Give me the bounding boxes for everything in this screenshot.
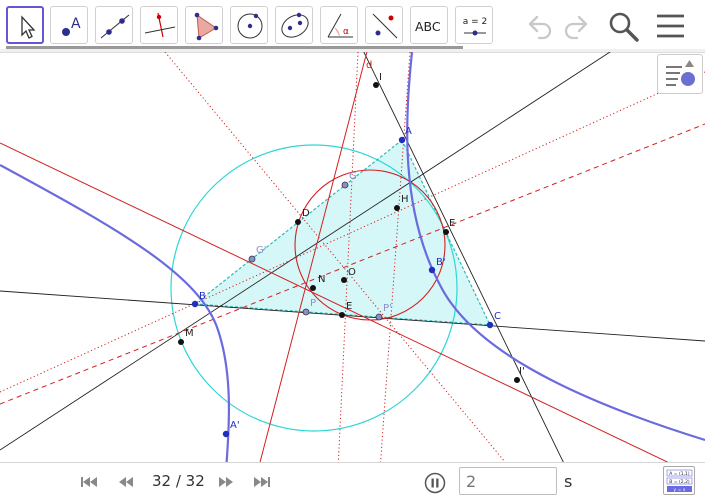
svg-text:a = 2: a = 2 [463, 17, 488, 27]
frame-counter: 32 / 32 [152, 472, 205, 490]
line-icon [100, 14, 130, 39]
reflect-icon [372, 13, 398, 39]
slider-icon: a = 2 [463, 17, 488, 36]
svg-text:P: P [310, 298, 316, 309]
perpendicular-tool-button[interactable] [140, 6, 178, 44]
point-i-prime [514, 377, 520, 383]
redo-icon[interactable] [562, 12, 592, 40]
point-p-prime [375, 313, 383, 321]
cursor-icon [21, 15, 36, 39]
svg-text:I: I [379, 72, 382, 83]
point-icon: A [62, 16, 81, 36]
point-tool-button[interactable]: A [50, 6, 88, 44]
speed-unit-label: s [564, 472, 573, 491]
svg-text:P': P' [383, 303, 392, 314]
move-tool-button[interactable] [6, 6, 44, 44]
point-g-left [248, 255, 256, 263]
svg-text:H: H [401, 194, 409, 205]
line-tool-button[interactable] [95, 6, 133, 44]
animation-playback-bar: 32 / 32 s [0, 462, 705, 501]
step-back-icon[interactable] [117, 476, 135, 488]
svg-text:ABC: ABC [415, 19, 441, 34]
point-e-top [443, 229, 449, 235]
slider-tool-button[interactable]: a = 2 [455, 6, 493, 44]
undo-icon[interactable] [524, 12, 554, 40]
speed-input[interactable] [459, 467, 557, 495]
circle-tool-button[interactable] [230, 6, 268, 44]
text-tool-button[interactable]: ABC [410, 6, 448, 44]
point-b-prime [428, 266, 436, 274]
svg-text:B: B [199, 291, 206, 302]
point-g-top [341, 181, 349, 189]
point-n [310, 285, 316, 291]
search-icon[interactable] [606, 9, 640, 43]
svg-text:A = (1,1): A = (1,1) [669, 471, 690, 477]
svg-text:E: E [449, 218, 455, 229]
angle-icon: α [327, 13, 353, 38]
point-o [341, 277, 347, 283]
skip-to-end-icon[interactable] [253, 476, 271, 488]
style-bar-toggle[interactable] [657, 54, 703, 94]
svg-text:N: N [318, 274, 325, 285]
pause-icon[interactable] [424, 472, 446, 494]
svg-text:y = x: y = x [674, 488, 686, 493]
svg-text:E: E [346, 301, 352, 312]
svg-text:B': B' [436, 257, 446, 268]
point-b [191, 300, 199, 308]
reflect-tool-button[interactable] [365, 6, 403, 44]
point-e [339, 312, 345, 318]
point-c [486, 321, 494, 329]
svg-text:G: G [349, 171, 357, 182]
perpendicular-line-icon [144, 12, 176, 38]
svg-text:M: M [185, 328, 194, 339]
svg-text:A: A [71, 16, 81, 32]
svg-text:I': I' [519, 366, 525, 377]
svg-text:d: d [366, 60, 372, 71]
svg-text:O: O [348, 267, 356, 278]
red-dashed-line[interactable] [0, 123, 705, 405]
svg-text:B = (2,2): B = (2,2) [669, 479, 690, 485]
algebra-input-button[interactable]: A = (1,1) B = (2,2) y = x [663, 466, 695, 495]
menu-icon[interactable] [656, 12, 686, 40]
point-a [398, 136, 406, 144]
skip-to-start-icon[interactable] [80, 476, 98, 488]
point-d [295, 219, 301, 225]
svg-text:D: D [302, 208, 310, 219]
polygon-icon [194, 12, 219, 41]
point-p [302, 308, 310, 316]
toolbar: A α ABC a = 2 [0, 0, 705, 53]
circle-icon [237, 13, 263, 39]
angle-tool-button[interactable]: α [320, 6, 358, 44]
svg-text:α: α [343, 27, 349, 37]
graphics-view[interactable]: A B C A' B' I I' H O N E M D E G G' P P'… [0, 52, 705, 462]
svg-text:G': G' [256, 245, 267, 256]
style-bar-icon [666, 60, 695, 86]
point-a-prime [222, 430, 230, 438]
svg-text:A: A [405, 126, 412, 137]
ellipse-tool-button[interactable] [275, 6, 313, 44]
toolbar-scrollbar[interactable] [6, 46, 463, 49]
svg-text:A': A' [230, 420, 240, 431]
point-m [178, 339, 184, 345]
svg-text:C: C [494, 311, 501, 322]
point-h [394, 205, 400, 211]
text-icon: ABC [415, 19, 441, 34]
step-forward-icon[interactable] [217, 476, 235, 488]
algebra-icon: A = (1,1) B = (2,2) y = x [666, 469, 693, 493]
ellipse-icon [281, 12, 309, 38]
polygon-tool-button[interactable] [185, 6, 223, 44]
